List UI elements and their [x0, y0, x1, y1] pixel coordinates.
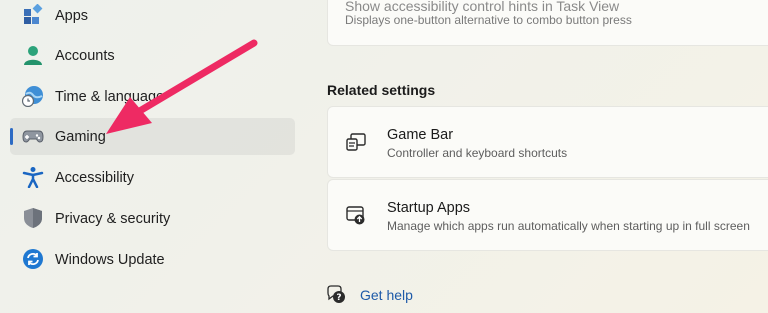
windows-update-icon: [22, 248, 44, 270]
sidebar-item-windows-update[interactable]: Windows Update: [10, 241, 295, 278]
sidebar-item-label: Accessibility: [55, 169, 134, 186]
get-help-label: Get help: [360, 287, 413, 303]
sidebar-item-label: Windows Update: [55, 251, 165, 268]
sidebar-item-accounts[interactable]: Accounts: [10, 37, 295, 74]
startup-apps-icon: [345, 204, 367, 226]
apps-icon: [22, 4, 44, 26]
sidebar-item-time-language[interactable]: Time & language: [10, 78, 295, 115]
sidebar-item-label: Gaming: [55, 128, 106, 145]
sidebar-item-label: Accounts: [55, 47, 115, 64]
time-language-icon: [22, 85, 44, 107]
gamepad-icon: [22, 125, 44, 147]
setting-description: Displays one-button alternative to combo…: [345, 13, 632, 27]
accounts-icon: [22, 44, 44, 66]
help-icon: ?: [326, 284, 346, 304]
startup-apps-link[interactable]: Startup Apps Manage which apps run autom…: [327, 179, 768, 251]
sidebar-item-gaming[interactable]: Gaming: [10, 118, 295, 155]
sidebar-item-label: Apps: [55, 7, 89, 24]
card-description: Controller and keyboard shortcuts: [387, 146, 568, 160]
sidebar-item-apps[interactable]: Apps: [10, 0, 295, 34]
shield-icon: [22, 207, 44, 229]
game-bar-link[interactable]: Game Bar Controller and keyboard shortcu…: [327, 106, 768, 178]
sidebar-item-label: Privacy & security: [55, 210, 171, 227]
sidebar-nav: Apps Accounts Time & language Gaming Acc…: [0, 0, 310, 313]
sidebar-item-label: Time & language: [55, 88, 165, 105]
card-title: Startup Apps: [387, 200, 471, 216]
accessibility-icon: [22, 166, 44, 188]
related-settings-heading: Related settings: [327, 82, 436, 98]
sidebar-item-accessibility[interactable]: Accessibility: [10, 159, 295, 196]
card-description: Manage which apps run automatically when…: [387, 219, 750, 233]
accessibility-hints-setting[interactable]: Show accessibility control hints in Task…: [327, 0, 768, 46]
selection-indicator: [10, 128, 13, 145]
svg-text:?: ?: [336, 293, 341, 303]
setting-title: Show accessibility control hints in Task…: [345, 0, 620, 14]
card-title: Game Bar: [387, 127, 454, 143]
sidebar-item-privacy-security[interactable]: Privacy & security: [10, 200, 295, 237]
game-bar-icon: [345, 131, 367, 153]
